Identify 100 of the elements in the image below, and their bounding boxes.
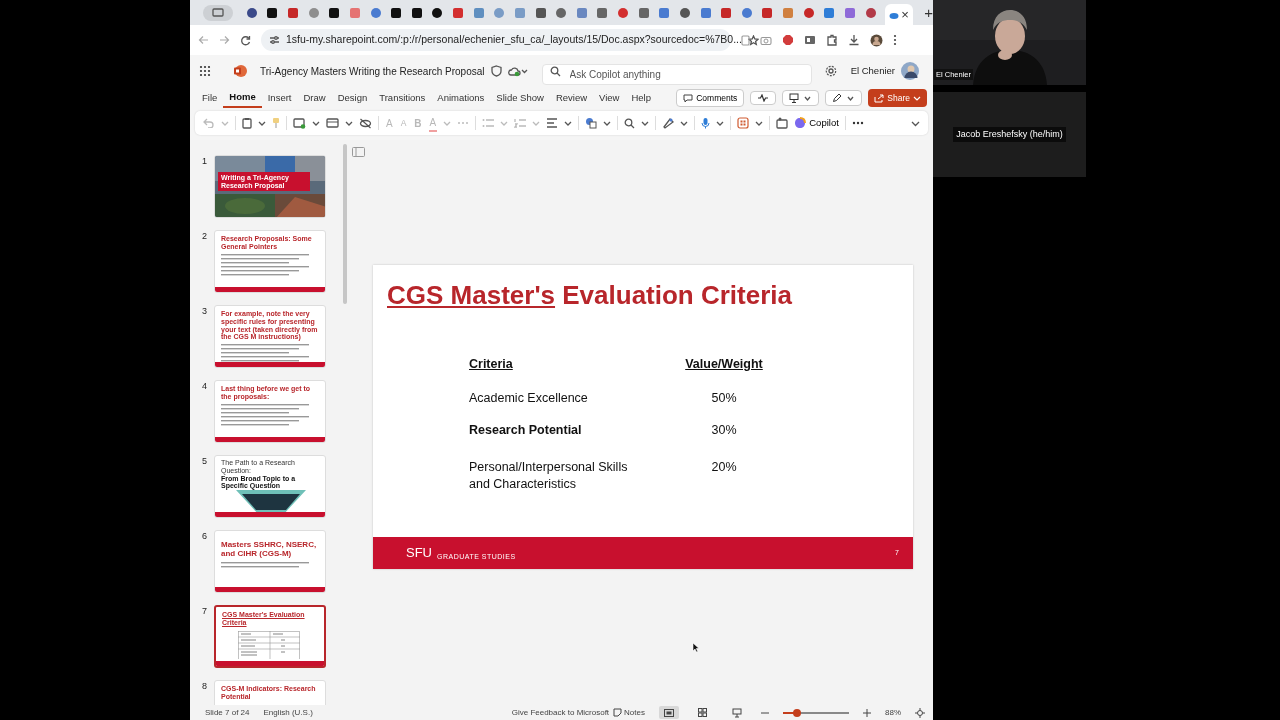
normal-view-button[interactable] [659,706,679,719]
ribbon-tab[interactable]: Review [549,88,594,108]
avatar-icon[interactable] [870,33,883,47]
puzzle-icon[interactable] [826,34,838,46]
pencil-icon [832,93,843,103]
ribbon-tab[interactable]: Draw [297,88,332,108]
language-button[interactable]: English (U.S.) [263,706,313,719]
sensitivity-shield-icon[interactable] [490,65,502,77]
participant-name: Jacob Ereshefsky (he/him) [953,126,1066,143]
settings-icon[interactable] [824,65,837,77]
tab-icon[interactable] [431,6,444,19]
copilot-icon [794,117,807,129]
caret-icon [845,94,856,102]
close-tab-button[interactable]: × [901,8,909,21]
zoom-in-icon[interactable] [863,708,871,717]
panel-toggle-icon[interactable] [352,147,365,157]
fit-to-window-icon[interactable] [915,707,925,718]
ribbon-tab[interactable]: Help [625,88,657,108]
criterion-text: Academic Excellence [469,389,589,407]
comments-button[interactable]: Comments [676,88,745,108]
reload-icon[interactable] [240,34,251,46]
expand-ribbon-icon[interactable] [911,119,920,127]
slide-thumbnail[interactable]: Masters SSHRC, NSERC, and CIHR (CGS-M) [214,530,326,593]
bookmark-star-icon[interactable] [747,34,759,46]
caret-icon[interactable] [345,119,353,127]
tab-icon[interactable] [245,6,258,19]
caret-icon [802,94,813,102]
clipboard-icon[interactable] [242,117,252,129]
align-icon[interactable] [546,118,559,128]
thumbnail-title: Masters SSHRC, NSERC, and CIHR (CGS-M) [221,541,318,559]
notes-button[interactable]: Notes [613,706,645,719]
shapes-icon[interactable] [585,117,598,129]
caret-icon[interactable] [755,119,764,127]
caret-icon [913,94,921,102]
normal-view-icon [664,708,674,717]
ribbon-tab[interactable]: Insert [261,88,298,108]
new-tab-button[interactable]: + [924,5,933,20]
copilot-button[interactable]: Copilot [794,115,839,131]
tab-icon[interactable] [410,6,423,19]
column-header: Criteria [469,356,513,374]
hide-slide-icon[interactable] [359,117,372,129]
caret-icon[interactable] [680,119,689,127]
zoom-percentage[interactable]: 88% [885,706,901,719]
ribbon-tab[interactable]: Animations [431,88,491,108]
presenter-coach-icon[interactable] [776,117,789,129]
mouse-cursor-icon [692,642,700,653]
ribbon-tab[interactable]: Slide Show [490,88,550,108]
comment-icon [683,93,694,103]
layout-icon[interactable] [326,118,339,128]
slide-number: 7 [202,605,208,618]
caret-icon[interactable] [716,119,725,127]
user-name[interactable]: El Chenier [850,63,895,79]
editing-mode-button[interactable] [825,90,863,106]
microphone-icon[interactable] [701,117,711,129]
more-options-icon[interactable] [893,34,897,46]
tab-search-button[interactable] [203,4,233,21]
user-avatar-icon[interactable] [901,61,919,81]
caret-icon[interactable] [603,119,612,127]
ad-block-icon[interactable] [782,34,794,46]
zoom-slider[interactable] [783,711,849,714]
search-icon[interactable] [624,117,636,129]
tab-icon[interactable] [678,6,691,19]
add-ins-icon[interactable] [737,117,750,129]
scrollbar[interactable] [343,144,347,304]
designer-icon[interactable] [662,117,675,129]
slide-number: 2 [202,230,208,243]
zoom-slider-thumb[interactable] [792,708,801,717]
extension-icon[interactable] [804,34,816,46]
tab-icon[interactable] [328,6,341,19]
slide-count: Slide 7 of 24 [205,706,250,719]
cloud-saved-icon[interactable] [507,65,528,77]
new-slide-icon[interactable] [293,117,306,129]
catch-up-button[interactable] [750,91,777,105]
download-icon[interactable] [848,34,860,46]
ribbon-tab[interactable]: File [196,88,224,108]
weight-text: 50% [711,389,737,407]
criterion-text: Personal/Interpersonal Skills and Characteristics [469,459,629,492]
tab-icon[interactable] [390,6,403,19]
tab-icon[interactable] [534,6,547,19]
slide-number: 4 [202,380,208,393]
presentation-logo-icon [233,64,247,78]
more-icon[interactable] [851,121,864,125]
tab-icon[interactable] [266,6,279,19]
table-drawing [238,630,300,659]
ribbon-tab[interactable]: Transitions [373,88,432,108]
share-button[interactable]: Share [868,88,927,108]
present-button[interactable] [782,90,820,106]
window-icon [211,8,224,17]
caret-icon[interactable] [258,119,266,127]
ribbon-tab[interactable]: Design [331,88,374,108]
caret-icon[interactable] [312,119,320,127]
caret-icon[interactable] [564,119,573,127]
caret-icon[interactable] [641,119,650,127]
copilot-search-field[interactable]: Ask Copilot anything [541,63,812,85]
document-title[interactable]: Tri-Agency Masters Writing the Research Proposal [260,63,485,79]
app-launcher-icon[interactable] [199,65,211,77]
browser-tab[interactable]: × [885,4,914,25]
site-settings-icon[interactable] [269,35,280,45]
feedback-link[interactable]: Give Feedback to Microsoft [511,706,610,719]
ribbon-tab[interactable]: View [593,88,626,108]
